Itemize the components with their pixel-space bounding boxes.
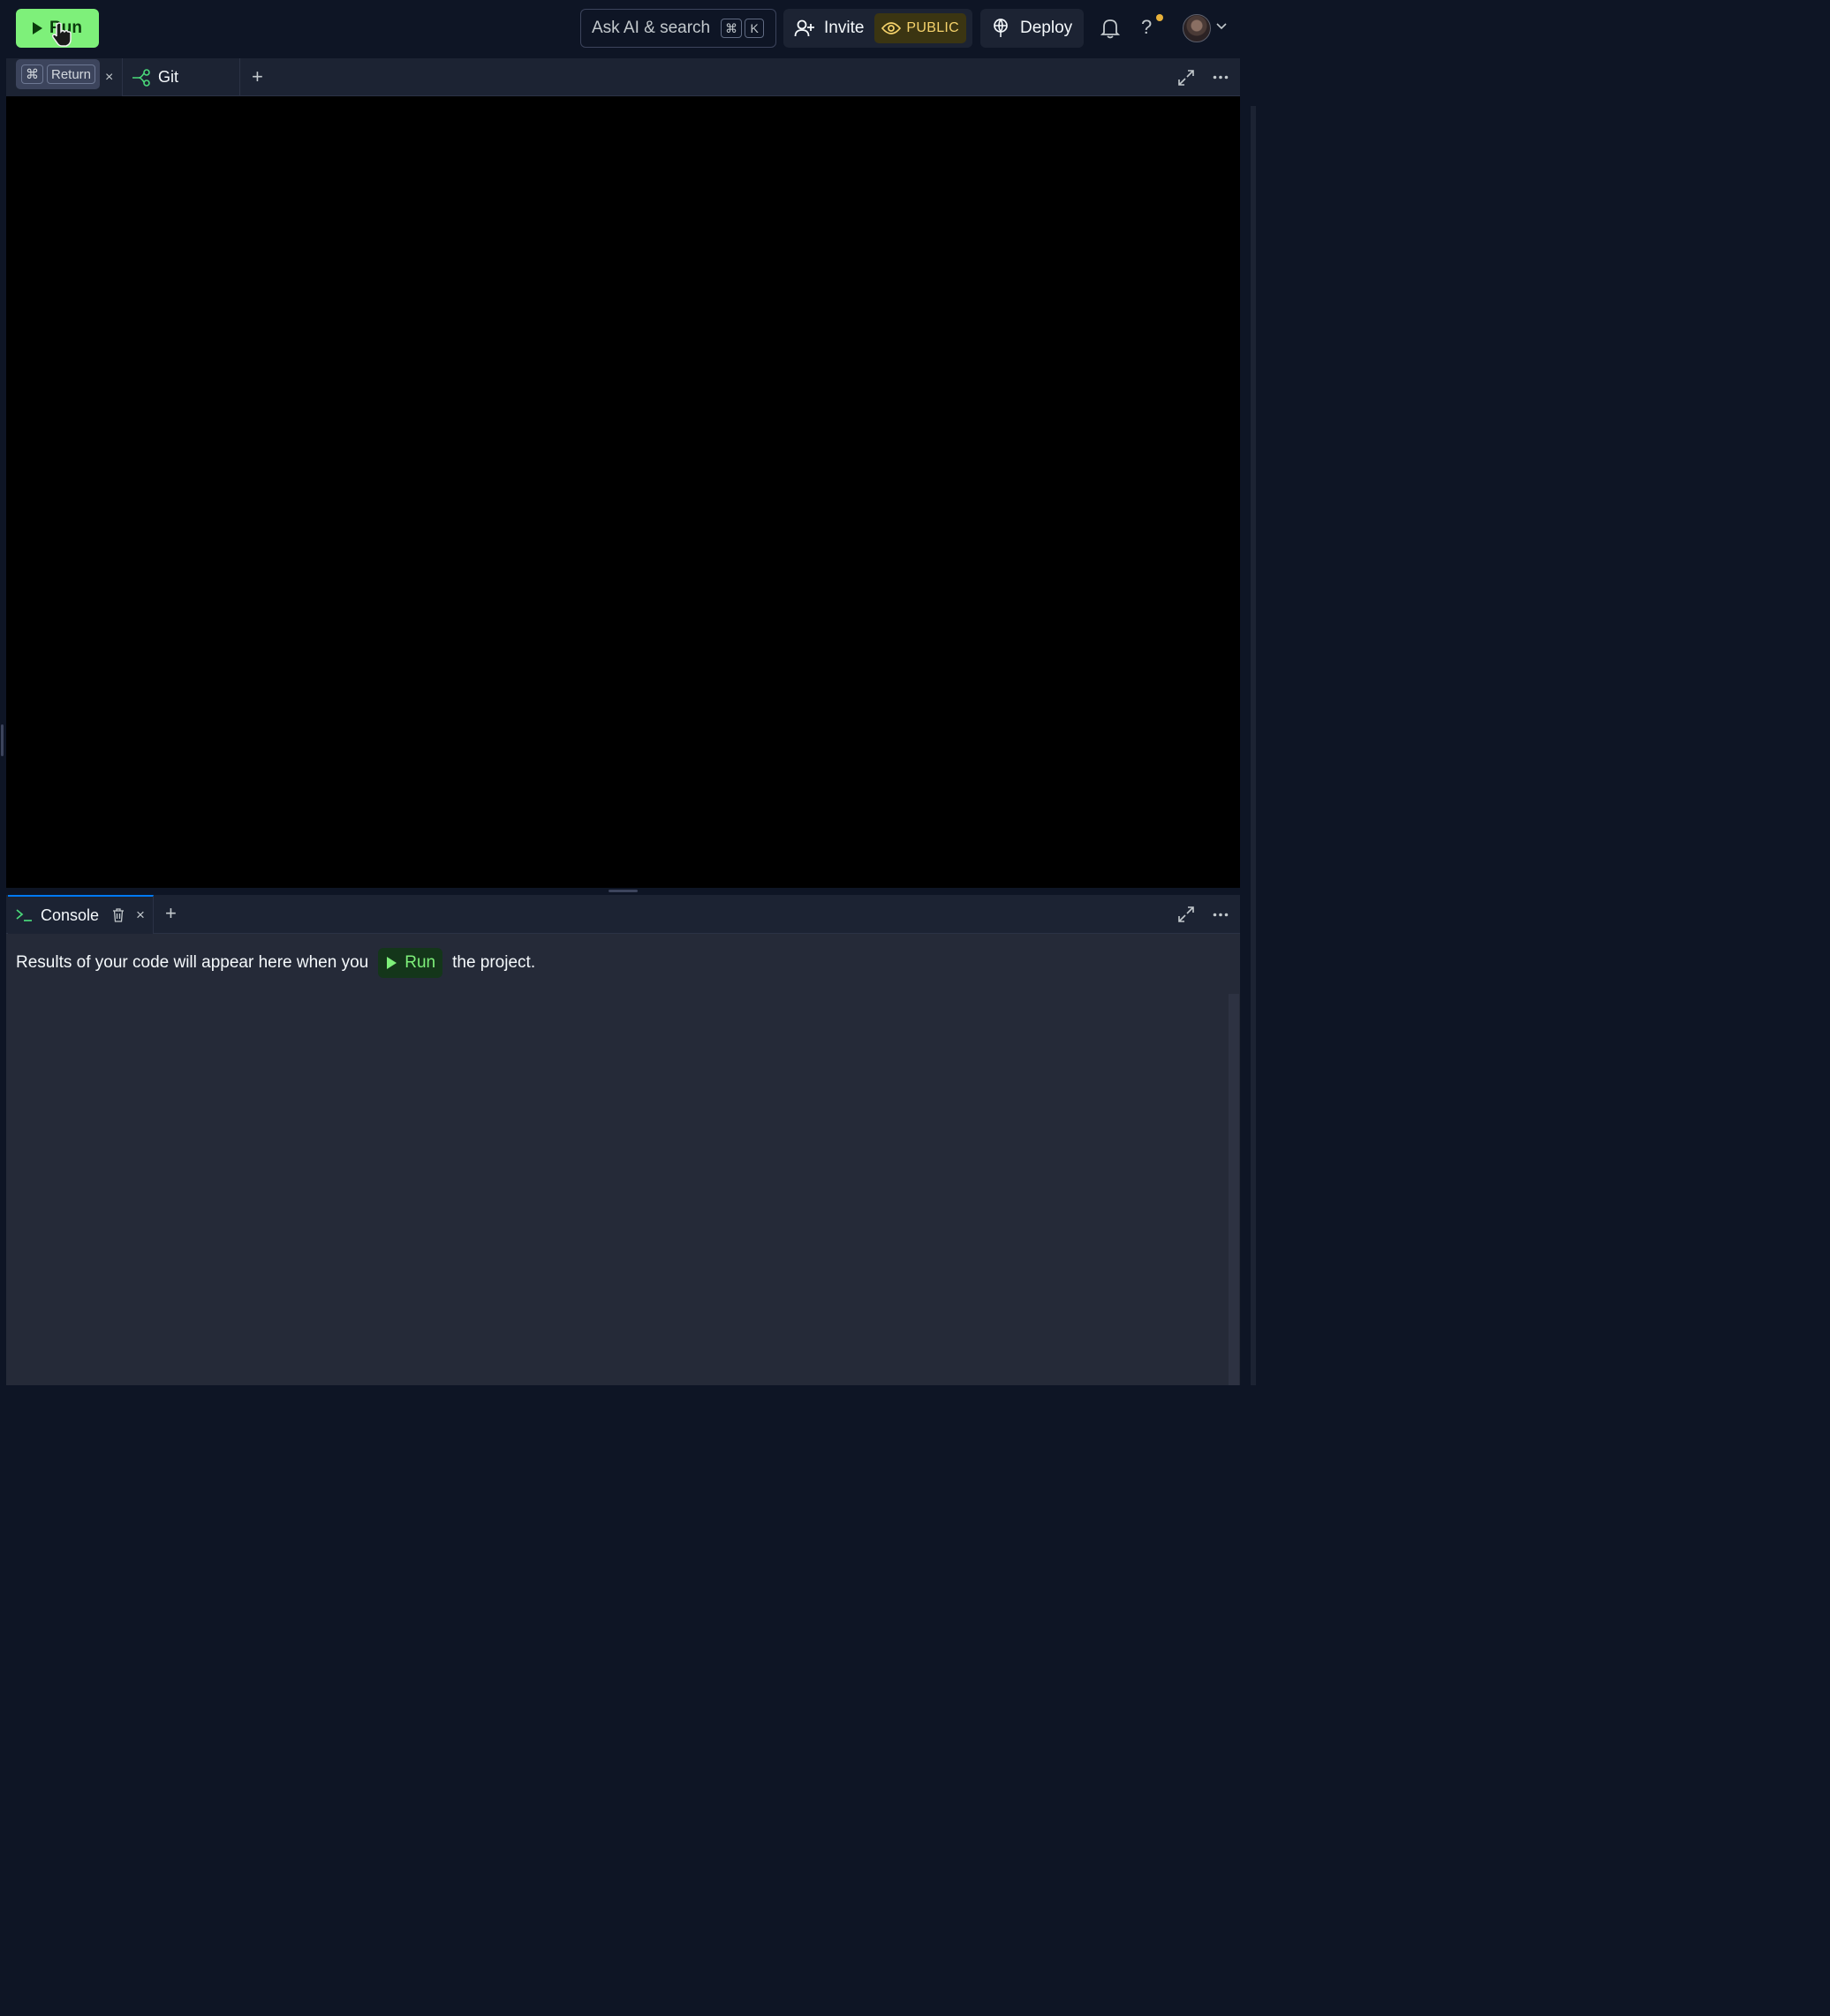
app-root: Run Ask AI & search ⌘ K Invite PUBLIC De…	[0, 0, 1258, 1385]
invite-group: Invite PUBLIC	[783, 9, 972, 48]
upper-tab-bar: ⌘ Return × Git +	[6, 58, 1240, 96]
git-branch-icon	[132, 68, 150, 87]
return-key-badge: Return	[47, 64, 96, 84]
add-tab-button[interactable]: +	[165, 902, 177, 925]
message-after: the project.	[452, 953, 536, 972]
search-label: Ask AI & search	[592, 19, 711, 37]
top-bar: Run Ask AI & search ⌘ K Invite PUBLIC De…	[0, 0, 1258, 58]
pane-resize-handle[interactable]	[609, 890, 638, 892]
console-scrollbar[interactable]	[1229, 994, 1239, 1385]
avatar[interactable]	[1183, 14, 1211, 42]
terminal-prompt-icon	[16, 909, 32, 921]
tab-webview[interactable]: ⌘ Return ×	[6, 58, 123, 96]
public-label: PUBLIC	[906, 20, 960, 35]
close-tab-icon[interactable]: ×	[105, 70, 113, 86]
tab-git[interactable]: Git	[123, 58, 240, 96]
hand-cursor-icon	[51, 22, 72, 47]
deploy-icon	[994, 19, 1008, 37]
run-shortcut-tooltip: ⌘ Return	[16, 59, 100, 89]
inline-run-button[interactable]: Run	[378, 948, 443, 978]
tab-console-label: Console	[41, 906, 100, 924]
command-key-badge: ⌘	[721, 19, 743, 38]
console-output[interactable]: Results of your code will appear here wh…	[6, 934, 1240, 1385]
expand-icon[interactable]	[1177, 69, 1195, 87]
expand-icon[interactable]	[1177, 906, 1195, 923]
add-user-icon	[794, 19, 814, 37]
message-before: Results of your code will appear here wh…	[16, 953, 369, 972]
k-key-badge: K	[745, 19, 765, 38]
page-scrollbar[interactable]	[1251, 106, 1256, 1385]
public-visibility-badge[interactable]: PUBLIC	[874, 13, 967, 43]
close-tab-icon[interactable]: ×	[136, 906, 145, 924]
more-options-icon[interactable]	[1213, 75, 1229, 80]
trash-icon[interactable]	[112, 908, 125, 922]
sidebar-resize-handle[interactable]	[1, 724, 4, 756]
notification-dot	[1156, 14, 1163, 21]
bell-icon[interactable]	[1100, 18, 1120, 39]
deploy-button[interactable]: Deploy	[980, 9, 1084, 48]
inline-run-label: Run	[405, 953, 436, 972]
add-tab-button[interactable]: +	[252, 65, 263, 88]
console-empty-message: Results of your code will appear here wh…	[16, 948, 535, 978]
ai-search-box[interactable]: Ask AI & search ⌘ K	[580, 9, 776, 48]
deploy-label: Deploy	[1020, 19, 1073, 37]
more-options-icon[interactable]	[1213, 913, 1229, 917]
webview-preview[interactable]	[6, 96, 1240, 888]
invite-button[interactable]: Invite	[824, 19, 864, 38]
play-icon	[33, 22, 43, 34]
chevron-down-icon[interactable]	[1216, 23, 1227, 30]
console-tab-bar: Console × +	[6, 895, 1240, 934]
command-key-badge: ⌘	[21, 64, 43, 84]
play-icon	[387, 957, 397, 969]
tab-console[interactable]: Console ×	[8, 895, 154, 934]
tab-git-label: Git	[158, 68, 179, 86]
eye-icon	[881, 22, 902, 34]
help-icon[interactable]: ?	[1141, 16, 1152, 39]
